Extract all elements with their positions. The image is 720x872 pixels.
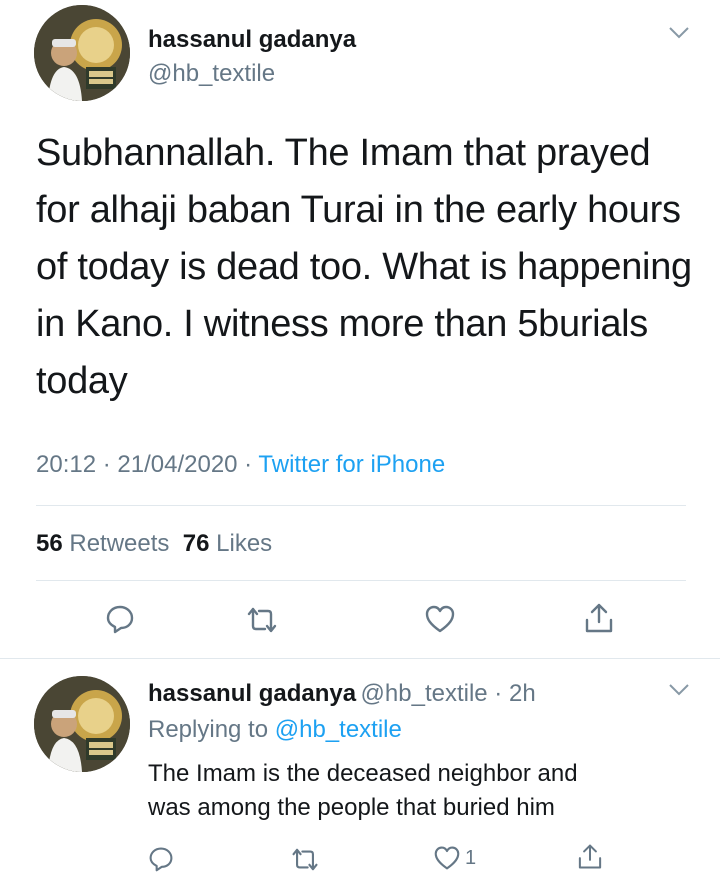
avatar-image	[34, 5, 130, 101]
tweet-time[interactable]: 20:12	[36, 451, 96, 478]
likes-stat[interactable]: 76 Likes	[183, 530, 272, 557]
retweets-count: 56	[36, 530, 63, 557]
author-name[interactable]: hassanul gadanya	[148, 26, 356, 54]
tweet-stats: 56 Retweets 76 Likes	[36, 530, 272, 558]
reply-age[interactable]: 2h	[509, 680, 536, 707]
chevron-down-icon[interactable]	[668, 26, 690, 45]
tweet-source[interactable]: Twitter for iPhone	[258, 451, 445, 478]
chevron-down-icon[interactable]	[668, 683, 690, 702]
replying-to-handle[interactable]: @hb_textile	[275, 716, 402, 743]
reply-author-name[interactable]: hassanul gadanya	[148, 680, 356, 707]
share-icon[interactable]	[584, 602, 614, 634]
reply-separator: ·	[487, 680, 509, 707]
retweets-label: Retweets	[69, 530, 170, 557]
tweet-date[interactable]: 21/04/2020	[117, 451, 237, 478]
avatar[interactable]	[34, 5, 130, 101]
meta-separator: ·	[237, 451, 259, 478]
reply-author-handle[interactable]: @hb_textile	[361, 680, 488, 707]
divider	[36, 580, 686, 581]
reply-icon[interactable]	[105, 604, 135, 634]
author-handle[interactable]: @hb_textile	[148, 60, 275, 88]
retweet-icon[interactable]	[290, 847, 320, 872]
avatar-image	[34, 676, 130, 772]
replying-prefix: Replying to	[148, 716, 269, 743]
likes-count: 76	[182, 530, 210, 557]
reply-icon[interactable]	[148, 846, 174, 872]
tweet-meta: 20:12 · 21/04/2020 · Twitter for iPhone	[36, 451, 445, 479]
retweet-icon[interactable]	[245, 606, 279, 634]
like-count: 1	[465, 846, 477, 869]
reply-text: The Imam is the deceased neighbor and wa…	[148, 757, 708, 825]
likes-label: Likes	[216, 530, 273, 557]
retweets-stat[interactable]: 56 Retweets	[36, 530, 169, 557]
divider	[0, 658, 720, 659]
meta-separator: ·	[96, 451, 118, 478]
share-icon[interactable]	[577, 843, 603, 870]
reply-header: hassanul gadanya @hb_textile · 2h	[148, 680, 536, 708]
reply-avatar[interactable]	[34, 676, 130, 772]
tweet-text: Subhannallah. The Imam that prayed for a…	[36, 132, 692, 402]
heart-icon[interactable]	[424, 604, 456, 634]
reply-text-line: was among the people that buried him	[148, 794, 555, 821]
divider	[36, 505, 686, 506]
heart-icon	[433, 845, 461, 871]
like-button[interactable]: 1	[433, 845, 476, 871]
replying-to: Replying to @hb_textile	[148, 716, 402, 744]
reply-text-line: The Imam is the deceased neighbor and	[148, 760, 578, 787]
